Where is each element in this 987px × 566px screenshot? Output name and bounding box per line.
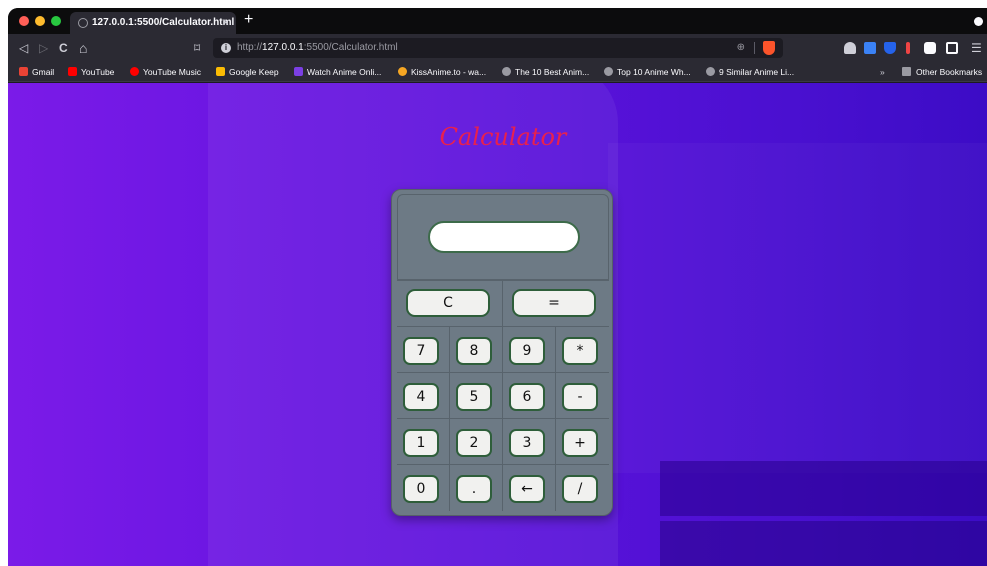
reload-icon[interactable]: C (59, 34, 68, 62)
play-icon (294, 67, 303, 76)
globe-icon (78, 18, 88, 28)
back-icon[interactable]: ◁ (19, 34, 28, 62)
kissanime-icon (398, 67, 407, 76)
control-row: C = (397, 280, 609, 327)
key-row: 1 2 3 + (397, 418, 609, 465)
maximize-window-button[interactable] (51, 16, 61, 26)
background-shape (660, 521, 987, 566)
background-shape (660, 461, 987, 516)
calculator-display[interactable] (428, 221, 580, 253)
tab-title: 127.0.0.1:5500/Calculator.html (92, 17, 235, 28)
clear-button[interactable]: C (406, 289, 490, 317)
extension-icon-3[interactable] (884, 42, 896, 54)
multiply-button[interactable]: * (562, 337, 598, 365)
bookmark-youtube-music[interactable]: YouTube Music (130, 62, 201, 82)
globe-icon (706, 67, 715, 76)
bookmarks-bar: Gmail YouTube YouTube Music Google Keep … (8, 62, 987, 82)
close-window-button[interactable] (19, 16, 29, 26)
extension-icon-4[interactable] (906, 42, 910, 54)
add-button[interactable]: + (562, 429, 598, 457)
key-row: 0 . ← / (397, 464, 609, 511)
bookmark-youtube[interactable]: YouTube (68, 62, 114, 82)
globe-icon (502, 67, 511, 76)
key-3-button[interactable]: 3 (509, 429, 545, 457)
url-bar[interactable]: i http://127.0.0.1:5500/Calculator.html … (213, 38, 783, 58)
forward-icon[interactable]: ▷ (39, 34, 48, 62)
bookmark-similar-anime[interactable]: 9 Similar Anime Li... (706, 62, 794, 82)
equals-button[interactable]: = (512, 289, 596, 317)
bookmark-top-anime[interactable]: Top 10 Anime Wh... (604, 62, 691, 82)
key-5-button[interactable]: 5 (456, 383, 492, 411)
key-8-button[interactable]: 8 (456, 337, 492, 365)
minimize-window-button[interactable] (35, 16, 45, 26)
browser-window: 127.0.0.1:5500/Calculator.html × + ◁ ▷ C… (8, 8, 987, 566)
key-1-button[interactable]: 1 (403, 429, 439, 457)
tab-calculator[interactable]: 127.0.0.1:5500/Calculator.html × (70, 12, 236, 34)
close-tab-icon[interactable]: × (223, 12, 229, 34)
bookmark-watch-anime[interactable]: Watch Anime Onli... (294, 62, 381, 82)
wallet-icon[interactable] (946, 42, 958, 54)
bookmark-google-keep[interactable]: Google Keep (216, 62, 279, 82)
page-title: Calculator (439, 123, 567, 151)
key-9-button[interactable]: 9 (509, 337, 545, 365)
decimal-button[interactable]: . (456, 475, 492, 503)
site-info-icon[interactable]: i (221, 43, 231, 53)
bookmark-kissanime[interactable]: KissAnime.to - wa... (398, 62, 486, 82)
zoom-icon[interactable]: ⊕ (737, 38, 745, 58)
background-shape (608, 143, 987, 473)
key-2-button[interactable]: 2 (456, 429, 492, 457)
key-row: 4 5 6 - (397, 372, 609, 419)
menu-icon[interactable]: ☰ (971, 34, 982, 62)
url-path: :5500/Calculator.html (303, 42, 398, 53)
subtract-button[interactable]: - (562, 383, 598, 411)
display-cell (397, 194, 609, 280)
key-6-button[interactable]: 6 (509, 383, 545, 411)
nav-bar: ◁ ▷ C ⌂ ⌑ i http://127.0.0.1:5500/Calcul… (8, 34, 987, 62)
key-7-button[interactable]: 7 (403, 337, 439, 365)
backspace-button[interactable]: ← (509, 475, 545, 503)
other-bookmarks[interactable]: Other Bookmarks (902, 62, 982, 82)
bookmark-best-anime[interactable]: The 10 Best Anim... (502, 62, 589, 82)
extension-icon-1[interactable] (844, 42, 856, 54)
key-0-button[interactable]: 0 (403, 475, 439, 503)
brave-shield-icon[interactable] (763, 41, 775, 55)
home-icon[interactable]: ⌂ (79, 34, 87, 62)
url-host: 127.0.0.1 (262, 42, 304, 53)
google-keep-icon (216, 67, 225, 76)
key-row: 7 8 9 * (397, 326, 609, 373)
divide-button[interactable]: / (562, 475, 598, 503)
youtube-music-icon (130, 67, 139, 76)
page-content: Calculator C = 7 8 9 * 4 5 6 - 1 2 3 + 0… (8, 83, 987, 566)
url-divider (754, 42, 755, 54)
new-tab-button[interactable]: + (244, 10, 253, 30)
bookmark-gmail[interactable]: Gmail (19, 62, 54, 82)
extension-icon-2[interactable] (864, 42, 876, 54)
globe-icon (604, 67, 613, 76)
calculator: C = 7 8 9 * 4 5 6 - 1 2 3 + 0 . ← / (391, 189, 613, 516)
gmail-icon (19, 67, 28, 76)
puzzle-icon[interactable] (924, 42, 936, 54)
tab-strip: 127.0.0.1:5500/Calculator.html × + (8, 8, 987, 34)
folder-icon (902, 67, 911, 76)
youtube-icon (68, 67, 77, 76)
bookmarks-overflow-icon[interactable]: » (880, 62, 885, 82)
bookmark-icon[interactable]: ⌑ (194, 34, 200, 62)
url-prefix: http:// (237, 42, 263, 53)
profile-icon[interactable] (974, 17, 983, 26)
key-4-button[interactable]: 4 (403, 383, 439, 411)
